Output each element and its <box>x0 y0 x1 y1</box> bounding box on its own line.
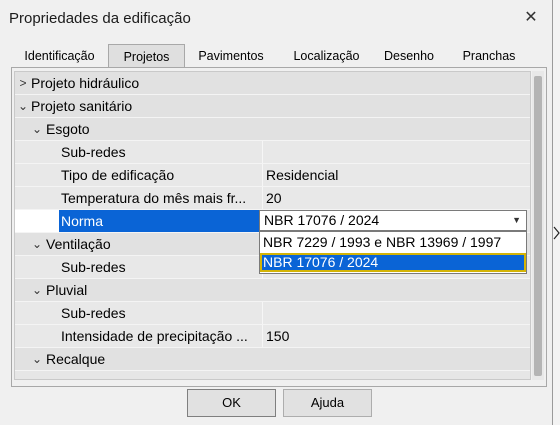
chevron-right-icon[interactable]: > <box>16 72 30 94</box>
ok-button[interactable]: OK <box>187 389 276 417</box>
row-gutter <box>15 210 59 232</box>
tab-desenho[interactable]: Desenho <box>375 46 443 67</box>
property-row[interactable]: Sub-redes <box>15 141 530 164</box>
chevron-down-icon[interactable]: ⌄ <box>30 118 44 140</box>
category-pluvial[interactable]: ⌄ Pluvial <box>15 279 530 302</box>
property-row[interactable]: Temperatura do mês mais fr... 20 <box>15 187 530 210</box>
tab-identificacao[interactable]: Identificação <box>11 46 108 67</box>
category-esgoto[interactable]: ⌄ Esgoto <box>15 118 530 141</box>
chevron-down-icon[interactable]: ▼ <box>512 211 521 230</box>
chevron-down-icon[interactable]: ⌄ <box>30 233 44 255</box>
property-row[interactable]: Sub-redes <box>15 302 530 325</box>
title-bar: Propriedades da edificação ✕ <box>0 0 552 38</box>
dropdown-option[interactable]: NBR 7229 / 1993 e NBR 13969 / 1997 <box>260 233 526 252</box>
properties-dialog: Propriedades da edificação ✕ Identificaç… <box>0 0 553 425</box>
tab-localizacao[interactable]: Localização <box>280 46 373 67</box>
category-recalque[interactable]: ⌄ Recalque <box>15 348 530 371</box>
dialog-title: Propriedades da edificação <box>9 10 191 27</box>
property-row[interactable]: Intensidade de precipitação ... 150 <box>15 325 530 348</box>
dropdown-option-selected[interactable]: NBR 17076 / 2024 <box>260 253 526 272</box>
tab-pavimentos[interactable]: Pavimentos <box>187 46 275 67</box>
category-projeto-sanitario[interactable]: ⌄ Projeto sanitário <box>15 95 530 118</box>
chevron-down-icon[interactable]: ⌄ <box>16 95 30 117</box>
property-row[interactable]: Tipo de edificação Residencial <box>15 164 530 187</box>
category-projeto-hidraulico[interactable]: > Projeto hidráulico <box>15 72 530 95</box>
chevron-down-icon[interactable]: ⌄ <box>30 348 44 370</box>
chevron-down-icon[interactable]: ⌄ <box>30 279 44 301</box>
scrollbar-thumb[interactable] <box>534 76 542 376</box>
close-icon[interactable]: ✕ <box>518 5 544 31</box>
help-button[interactable]: Ajuda <box>283 389 372 417</box>
tab-projetos[interactable]: Projetos <box>108 44 185 68</box>
resize-cursor-icon <box>553 226 560 240</box>
tab-pranchas[interactable]: Pranchas <box>451 46 527 67</box>
vertical-scrollbar[interactable] <box>532 71 544 380</box>
norma-combobox[interactable]: NBR 17076 / 2024 ▼ <box>259 210 527 231</box>
norma-dropdown-list: NBR 7229 / 1993 e NBR 13969 / 1997 NBR 1… <box>259 231 527 274</box>
norma-combobox-value: NBR 17076 / 2024 <box>264 212 380 228</box>
tab-strip: Identificação Projetos Pavimentos Locali… <box>11 44 541 68</box>
